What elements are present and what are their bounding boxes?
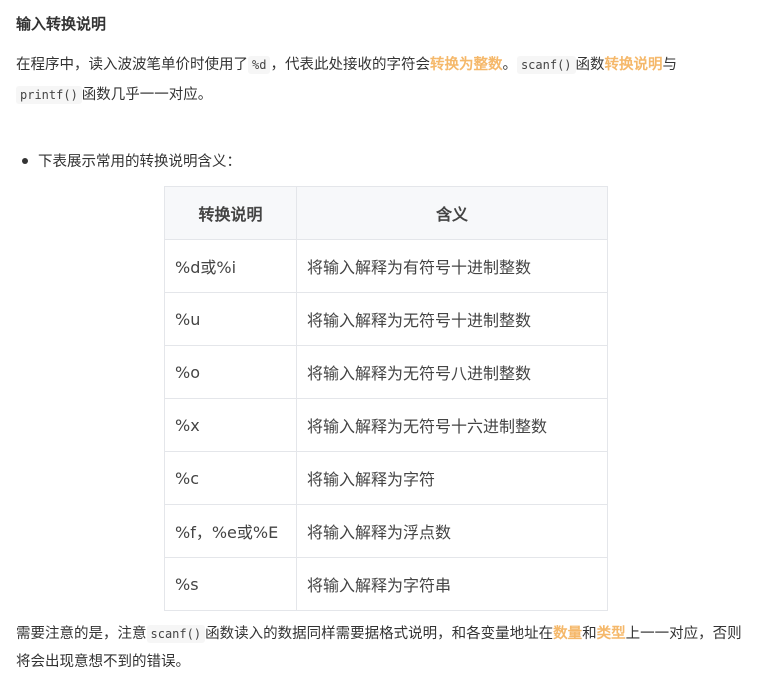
text: 和: [582, 626, 597, 642]
inline-code: scanf(): [146, 625, 206, 643]
specifier-cell: %s: [164, 557, 297, 611]
text: 函数读入的数据同样需要据格式说明，和各变量地址在: [205, 626, 554, 642]
column-header: 含义: [296, 186, 608, 240]
intro-paragraph: 在程序中，读入波波笔单价时使用了 %d ，代表此处接收的字符会转换为整数。 scanf…: [16, 50, 756, 110]
bullet-item: 下表展示常用的转换说明含义：: [16, 150, 241, 171]
inline-code: printf(): [16, 86, 82, 104]
table-row: %f，%e或%E 将输入解释为浮点数: [164, 504, 608, 558]
meaning-cell: 将输入解释为字符: [296, 451, 608, 505]
text: 需要注意的是，注意: [16, 626, 147, 642]
highlight: 转换说明: [604, 57, 663, 73]
inline-code: %d: [248, 56, 271, 74]
text: 函数: [575, 57, 605, 73]
text: 与: [662, 57, 678, 73]
text: ，代表此处接收的字符会: [270, 57, 430, 73]
highlight: 数量: [553, 626, 583, 642]
meaning-cell: 将输入解释为无符号八进制整数: [296, 345, 608, 399]
meaning-cell: 将输入解释为浮点数: [296, 504, 608, 558]
meaning-cell: 将输入解释为有符号十进制整数: [296, 239, 608, 293]
table-row: %x 将输入解释为无符号十六进制整数: [164, 398, 608, 452]
section-heading: 输入转换说明: [16, 15, 107, 33]
conversion-table: 转换说明 含义 %d或%i 将输入解释为有符号十进制整数 %u 将输入解释为无符号十进制…: [164, 186, 608, 611]
meaning-cell: 将输入解释为字符串: [296, 557, 608, 611]
text: 函数几乎一一对应。: [81, 87, 213, 103]
specifier-cell: %o: [164, 345, 297, 399]
specifier-cell: %c: [164, 451, 297, 505]
meaning-cell: 将输入解释为无符号十进制整数: [296, 292, 608, 346]
text: 。: [502, 57, 517, 73]
bullet-dot-icon: [22, 157, 28, 164]
table-row: %o 将输入解释为无符号八进制整数: [164, 345, 608, 399]
highlight: 转换为整数: [429, 57, 503, 73]
specifier-cell: %u: [164, 292, 297, 346]
inline-code: scanf(): [516, 56, 576, 74]
text: 在程序中，读入波波笔单价时使用了: [16, 57, 248, 73]
table-row: %u 将输入解释为无符号十进制整数: [164, 292, 608, 346]
specifier-cell: %f，%e或%E: [164, 504, 297, 558]
table-row: %d或%i 将输入解释为有符号十进制整数: [164, 239, 608, 293]
note-paragraph: 需要注意的是，注意 scanf() 函数读入的数据同样需要据格式说明，和各变量地址在…: [16, 620, 756, 676]
table-row: %c 将输入解释为字符: [164, 451, 608, 505]
table-header-row: 转换说明 含义: [164, 186, 608, 240]
highlight: 类型: [596, 626, 626, 642]
bullet-text: 下表展示常用的转换说明含义：: [38, 154, 241, 170]
meaning-cell: 将输入解释为无符号十六进制整数: [296, 398, 608, 452]
specifier-cell: %d或%i: [164, 239, 297, 293]
specifier-cell: %x: [164, 398, 297, 452]
column-header: 转换说明: [164, 186, 297, 240]
table-row: %s 将输入解释为字符串: [164, 557, 608, 611]
